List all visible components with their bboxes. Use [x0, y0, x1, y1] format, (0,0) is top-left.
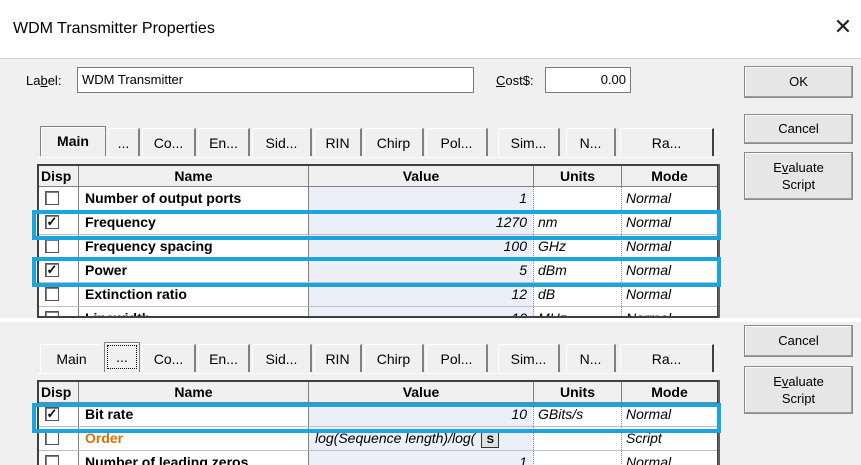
tab-sim-2[interactable]: Sim... [498, 344, 560, 372]
tab-sid[interactable]: Sid... [252, 128, 312, 156]
tab-pol-2[interactable]: Pol... [426, 344, 488, 372]
header-mode-2: Mode [651, 384, 688, 400]
table-body-top: Number of output ports 1 Normal ✓ Frequency 1… [39, 187, 717, 316]
disp-cell [39, 307, 79, 316]
tab-main[interactable]: Main [40, 126, 106, 156]
disp-checkbox[interactable] [45, 311, 59, 316]
label-input[interactable]: WDM Transmitter [77, 67, 474, 93]
evaluate-label-2: Evaluate [773, 374, 824, 389]
header-value: Value [309, 166, 534, 186]
ok-button[interactable]: OK [744, 66, 853, 98]
header-disp: Disp [39, 166, 79, 186]
disp-checkbox[interactable] [45, 431, 59, 445]
param-name: Number of output ports [79, 187, 309, 210]
param-value[interactable]: 1 [309, 451, 534, 465]
tab-en[interactable]: En... [198, 128, 250, 156]
table-row: Number of leading zeros 1 Normal [39, 451, 717, 465]
param-name: Number of leading zeros [79, 451, 309, 465]
disp-checkbox[interactable] [45, 455, 59, 465]
tab-ellipsis-2[interactable]: ... [104, 342, 140, 372]
tab-en-2[interactable]: En... [198, 344, 250, 372]
cost-caption: Cost$: [496, 73, 534, 88]
disp-checkbox[interactable] [45, 239, 59, 253]
parameters-table-top: Disp Name Value Units Mode Number of out… [37, 164, 719, 318]
divider [0, 58, 861, 59]
script-label-2: Script [781, 391, 816, 406]
header-name: Name [79, 166, 309, 186]
tab-baseline [37, 157, 719, 158]
script-label: Script [781, 177, 816, 192]
disp-checkbox[interactable] [45, 191, 59, 205]
tab-sid-2[interactable]: Sid... [252, 344, 312, 372]
script-button[interactable]: S [481, 432, 500, 448]
image-separator [0, 318, 861, 322]
tab-n-2[interactable]: N... [566, 344, 616, 372]
evaluate-script-button[interactable]: Evaluate Script [744, 152, 853, 200]
param-name: Linewidth [79, 307, 309, 316]
disp-checkbox[interactable] [45, 287, 59, 301]
evaluate-script-button-2[interactable]: Evaluate Script [744, 366, 853, 414]
highlight-frequency [32, 210, 721, 240]
header-units-2: Units [534, 382, 622, 402]
tab-baseline-2 [37, 373, 719, 374]
param-mode[interactable]: Normal [622, 451, 717, 465]
header-value-2: Value [309, 382, 534, 402]
table-header-2: Disp Name Value Units Mode [39, 382, 717, 403]
tab-co-2[interactable]: Co... [142, 344, 196, 372]
tab-ellipsis[interactable]: ... [108, 128, 140, 156]
tab-co[interactable]: Co... [142, 128, 196, 156]
header-mode: Mode [651, 168, 688, 184]
header-units: Units [534, 166, 622, 186]
param-value[interactable]: 10 [309, 307, 534, 316]
disp-cell [39, 187, 79, 210]
tab-strip-bottom: Main ... Co... En... Sid... RIN Chirp Po… [38, 342, 718, 374]
cancel-button-2[interactable]: Cancel [744, 325, 853, 357]
tab-sim[interactable]: Sim... [498, 128, 560, 156]
window-title: WDM Transmitter Properties [13, 20, 215, 37]
label-caption: Label: [26, 73, 62, 88]
tab-chirp[interactable]: Chirp [364, 128, 424, 156]
table-header: Disp Name Value Units Mode [39, 166, 717, 187]
disp-cell [39, 451, 79, 465]
param-units [534, 451, 622, 465]
tab-rin[interactable]: RIN [314, 128, 362, 156]
tab-rin-2[interactable]: RIN [314, 344, 362, 372]
panel-edge [718, 164, 720, 318]
param-units [534, 187, 622, 210]
tab-ra[interactable]: Ra... [620, 128, 714, 156]
cancel-button[interactable]: Cancel [744, 114, 853, 144]
tab-main-2[interactable]: Main [40, 344, 102, 372]
highlight-bit-rate [32, 403, 721, 433]
table-row: Linewidth 10 MHz Normal [39, 307, 717, 316]
tab-chirp-2[interactable]: Chirp [364, 344, 424, 372]
param-mode[interactable]: Normal [622, 307, 717, 316]
tab-n[interactable]: N... [566, 128, 616, 156]
param-units: MHz [534, 307, 622, 316]
tab-strip-top: Main ... Co... En... Sid... RIN Chirp Po… [38, 126, 718, 158]
highlight-power [32, 257, 721, 287]
tab-pol[interactable]: Pol... [426, 128, 488, 156]
param-value[interactable]: 1 [309, 187, 534, 210]
evaluate-label: Evaluate [773, 160, 824, 175]
close-icon[interactable]: ✕ [830, 14, 856, 40]
param-mode[interactable]: Normal [622, 187, 717, 210]
header-disp-2: Disp [39, 382, 79, 402]
table-row: Number of output ports 1 Normal [39, 187, 717, 211]
tab-ra-2[interactable]: Ra... [620, 344, 714, 372]
header-name-2: Name [79, 382, 309, 402]
cost-input[interactable]: 0.00 [545, 67, 631, 93]
